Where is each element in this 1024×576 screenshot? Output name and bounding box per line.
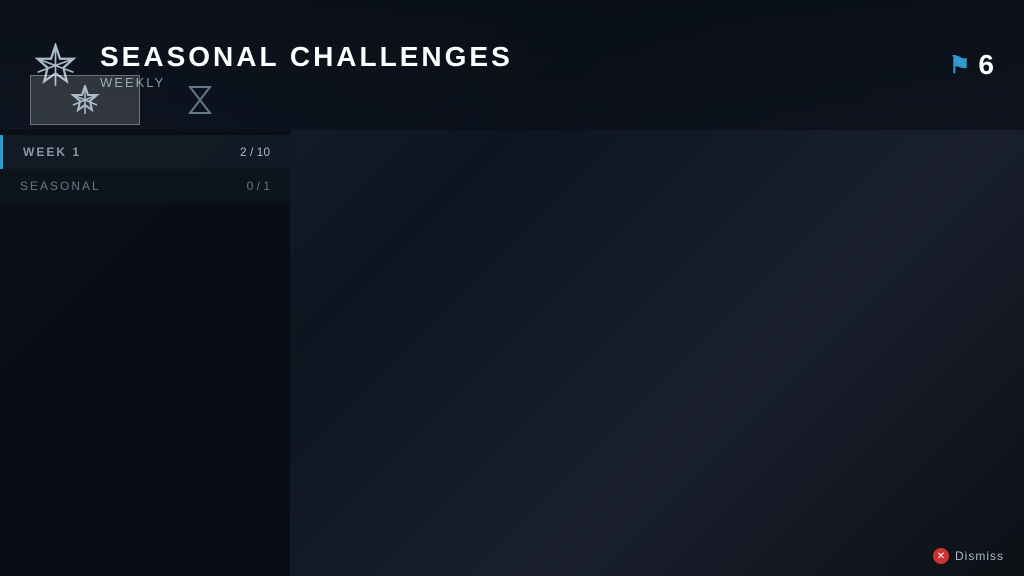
- bookmark-number: 6: [978, 49, 994, 81]
- tab-weekly[interactable]: [145, 75, 255, 125]
- page-title: SEASONAL CHALLENGES: [100, 41, 949, 73]
- sidebar-week1[interactable]: WEEK 1 2 / 10: [0, 135, 290, 169]
- dismiss-label: Dismiss: [955, 549, 1004, 563]
- dismiss-button[interactable]: ✕ Dismiss: [933, 548, 1004, 564]
- hourglass-tab-icon: [185, 85, 215, 115]
- week-label: WEEK 1: [23, 145, 81, 159]
- tab-seasonal[interactable]: [30, 75, 140, 125]
- sidebar: WEEK 1 2 / 10 SEASONAL 0 / 1: [0, 130, 290, 576]
- tabs-row: [30, 75, 255, 125]
- seasonal-label: SEASONAL: [20, 179, 101, 193]
- seasonal-count: 0 / 1: [247, 179, 270, 193]
- dismiss-circle-icon: ✕: [933, 548, 949, 564]
- seasonal-tab-icon: [70, 85, 100, 115]
- sidebar-seasonal[interactable]: SEASONAL 0 / 1: [0, 169, 290, 203]
- bookmark-count: ⚑ 6: [949, 49, 994, 81]
- bookmark-icon: ⚑: [949, 51, 971, 80]
- week-count: 2 / 10: [240, 145, 270, 159]
- main-content: [295, 130, 1024, 576]
